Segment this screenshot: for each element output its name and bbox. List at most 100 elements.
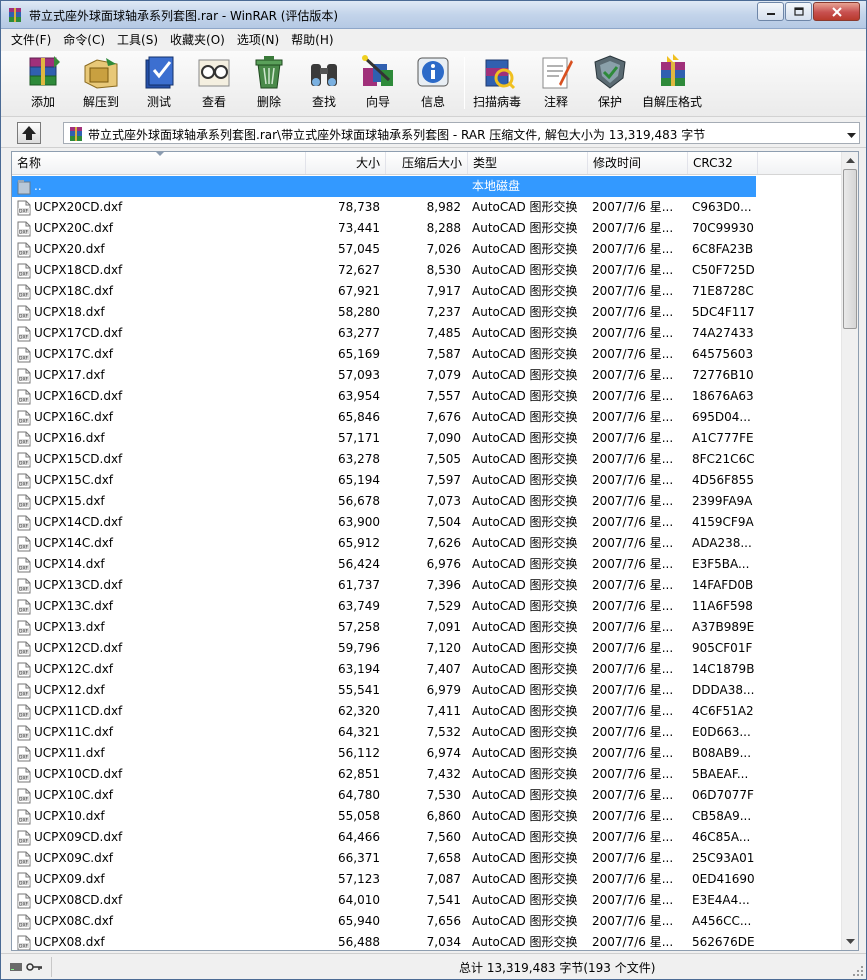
file-row[interactable]: DXF UCPX14C.dxf 65,912 7,626 AutoCAD 图形交换 200… — [12, 533, 841, 554]
file-row[interactable]: DXF UCPX20.dxf 57,045 7,026 AutoCAD 图形交换 2007… — [12, 239, 841, 260]
dxf-file-icon: DXF — [17, 809, 31, 825]
file-name: UCPX11.dxf — [34, 746, 105, 760]
file-row[interactable]: DXF UCPX08C.dxf 65,940 7,656 AutoCAD 图形交换 200… — [12, 911, 841, 932]
file-row[interactable]: DXF UCPX18.dxf 58,280 7,237 AutoCAD 图形交换 2007… — [12, 302, 841, 323]
file-name: UCPX20.dxf — [34, 242, 105, 256]
col-modified-header[interactable]: 修改时间 — [588, 152, 688, 174]
close-button[interactable] — [813, 2, 860, 21]
file-row[interactable]: DXF UCPX09CD.dxf 64,466 7,560 AutoCAD 图形交换 20… — [12, 827, 841, 848]
file-type: AutoCAD 图形交换 — [472, 221, 578, 235]
virus-scan-button[interactable]: 扫描病毒 — [473, 53, 521, 113]
path-combobox[interactable]: 带立式座外球面球轴承系列套图.rar\带立式座外球面球轴承系列套图 - RAR … — [63, 122, 860, 144]
menu-file[interactable]: 文件(F) — [5, 30, 57, 50]
menu-commands[interactable]: 命令(C) — [57, 30, 111, 50]
parent-folder-row[interactable]: .. 本地磁盘 — [12, 176, 756, 197]
file-type: AutoCAD 图形交换 — [472, 494, 578, 508]
col-size-header[interactable]: 大小 — [306, 152, 386, 174]
vertical-scrollbar[interactable] — [841, 152, 858, 950]
test-button[interactable]: 测试 — [139, 53, 179, 113]
delete-button[interactable]: 删除 — [249, 53, 289, 113]
menu-help[interactable]: 帮助(H) — [285, 30, 339, 50]
archive-add-icon — [23, 53, 63, 91]
file-type: AutoCAD 图形交换 — [472, 746, 578, 760]
file-row[interactable]: DXF UCPX17CD.dxf 63,277 7,485 AutoCAD 图形交换 20… — [12, 323, 841, 344]
file-row[interactable]: DXF UCPX10.dxf 55,058 6,860 AutoCAD 图形交换 2007… — [12, 806, 841, 827]
file-row[interactable]: DXF UCPX16.dxf 57,171 7,090 AutoCAD 图形交换 2007… — [12, 428, 841, 449]
file-size: 57,258 — [338, 620, 380, 634]
scroll-up-button[interactable] — [842, 152, 858, 169]
col-crc-header[interactable]: CRC32 — [688, 152, 758, 174]
file-name: UCPX10.dxf — [34, 809, 105, 823]
chevron-down-icon[interactable] — [847, 128, 856, 142]
status-summary: 总计 13,319,483 字节(193 个文件) — [459, 961, 656, 975]
sfx-icon — [652, 53, 692, 91]
file-row[interactable]: DXF UCPX12C.dxf 63,194 7,407 AutoCAD 图形交换 200… — [12, 659, 841, 680]
file-row[interactable]: DXF UCPX12.dxf 55,541 6,979 AutoCAD 图形交换 2007… — [12, 680, 841, 701]
file-row[interactable]: DXF UCPX18C.dxf 67,921 7,917 AutoCAD 图形交换 200… — [12, 281, 841, 302]
file-row[interactable]: DXF UCPX14CD.dxf 63,900 7,504 AutoCAD 图形交换 20… — [12, 512, 841, 533]
resize-grip-icon[interactable] — [852, 965, 864, 977]
file-row[interactable]: DXF UCPX20C.dxf 73,441 8,288 AutoCAD 图形交换 200… — [12, 218, 841, 239]
view-button[interactable]: 查看 — [194, 53, 234, 113]
file-row[interactable]: DXF UCPX11CD.dxf 62,320 7,411 AutoCAD 图形交换 20… — [12, 701, 841, 722]
menu-options[interactable]: 选项(N) — [231, 30, 285, 50]
menu-tools[interactable]: 工具(S) — [111, 30, 164, 50]
find-button[interactable]: 查找 — [304, 53, 344, 113]
dxf-file-icon: DXF — [17, 620, 31, 636]
file-row[interactable]: DXF UCPX18CD.dxf 72,627 8,530 AutoCAD 图形交换 20… — [12, 260, 841, 281]
file-size: 65,169 — [338, 347, 380, 361]
file-row[interactable]: DXF UCPX12CD.dxf 59,796 7,120 AutoCAD 图形交换 20… — [12, 638, 841, 659]
title-bar[interactable]: 带立式座外球面球轴承系列套图.rar - WinRAR (评估版本) — [1, 1, 866, 29]
file-row[interactable]: DXF UCPX08CD.dxf 64,010 7,541 AutoCAD 图形交换 20… — [12, 890, 841, 911]
info-button[interactable]: 信息 — [413, 53, 453, 113]
file-row[interactable]: DXF UCPX13C.dxf 63,749 7,529 AutoCAD 图形交换 200… — [12, 596, 841, 617]
scroll-down-button[interactable] — [842, 933, 858, 950]
disk-icon[interactable] — [9, 960, 23, 974]
file-row[interactable]: DXF UCPX10C.dxf 64,780 7,530 AutoCAD 图形交换 200… — [12, 785, 841, 806]
file-row[interactable]: DXF UCPX15C.dxf 65,194 7,597 AutoCAD 图形交换 200… — [12, 470, 841, 491]
svg-text:DXF: DXF — [19, 818, 29, 824]
file-row[interactable]: DXF UCPX13CD.dxf 61,737 7,396 AutoCAD 图形交换 20… — [12, 575, 841, 596]
file-row[interactable]: DXF UCPX16C.dxf 65,846 7,676 AutoCAD 图形交换 200… — [12, 407, 841, 428]
file-row[interactable]: DXF UCPX10CD.dxf 62,851 7,432 AutoCAD 图形交换 20… — [12, 764, 841, 785]
file-row[interactable]: DXF UCPX20CD.dxf 78,738 8,982 AutoCAD 图形交换 20… — [12, 197, 841, 218]
svg-text:DXF: DXF — [19, 650, 29, 656]
svg-text:DXF: DXF — [19, 608, 29, 614]
winrar-app-icon[interactable] — [7, 7, 23, 23]
add-button[interactable]: 添加 — [23, 53, 63, 113]
file-row[interactable]: DXF UCPX09.dxf 57,123 7,087 AutoCAD 图形交换 2007… — [12, 869, 841, 890]
delete-icon — [249, 53, 289, 91]
file-row[interactable]: DXF UCPX17.dxf 57,093 7,079 AutoCAD 图形交换 2007… — [12, 365, 841, 386]
file-row[interactable]: DXF UCPX15.dxf 56,678 7,073 AutoCAD 图形交换 2007… — [12, 491, 841, 512]
file-crc: 64575603 — [692, 347, 754, 361]
wizard-button[interactable]: 向导 — [358, 53, 398, 113]
file-row[interactable]: DXF UCPX17C.dxf 65,169 7,587 AutoCAD 图形交换 200… — [12, 344, 841, 365]
file-row[interactable]: DXF UCPX11C.dxf 64,321 7,532 AutoCAD 图形交换 200… — [12, 722, 841, 743]
col-packed-header[interactable]: 压缩后大小 — [386, 152, 468, 174]
comment-button[interactable]: 注释 — [536, 53, 576, 113]
file-row[interactable]: DXF UCPX16CD.dxf 63,954 7,557 AutoCAD 图形交换 20… — [12, 386, 841, 407]
maximize-button[interactable] — [785, 2, 812, 21]
file-size: 65,846 — [338, 410, 380, 424]
file-row[interactable]: DXF UCPX09C.dxf 66,371 7,658 AutoCAD 图形交换 200… — [12, 848, 841, 869]
info-icon — [413, 53, 453, 91]
file-name: UCPX08.dxf — [34, 935, 105, 949]
scroll-thumb[interactable] — [843, 169, 857, 329]
file-row[interactable]: DXF UCPX14.dxf 56,424 6,976 AutoCAD 图形交换 2007… — [12, 554, 841, 575]
file-row[interactable]: DXF UCPX15CD.dxf 63,278 7,505 AutoCAD 图形交换 20… — [12, 449, 841, 470]
file-row[interactable]: DXF UCPX11.dxf 56,112 6,974 AutoCAD 图形交换 2007… — [12, 743, 841, 764]
up-folder-button[interactable] — [17, 122, 41, 144]
file-row[interactable]: DXF UCPX08.dxf 56,488 7,034 AutoCAD 图形交换 2007… — [12, 932, 841, 950]
col-type-header[interactable]: 类型 — [468, 152, 588, 174]
dxf-file-icon: DXF — [17, 767, 31, 783]
file-row[interactable]: DXF UCPX13.dxf 57,258 7,091 AutoCAD 图形交换 2007… — [12, 617, 841, 638]
file-type: AutoCAD 图形交换 — [472, 935, 578, 949]
menu-favorites[interactable]: 收藏夹(O) — [164, 30, 231, 50]
key-icon[interactable] — [25, 960, 43, 974]
file-modified: 2007/7/6 星... — [592, 536, 674, 550]
file-type: AutoCAD 图形交换 — [472, 347, 578, 361]
sfx-button[interactable]: 自解压格式 — [642, 53, 702, 113]
protect-button[interactable]: 保护 — [590, 53, 630, 113]
minimize-button[interactable] — [757, 2, 784, 21]
extract-to-button[interactable]: 解压到 — [81, 53, 121, 113]
